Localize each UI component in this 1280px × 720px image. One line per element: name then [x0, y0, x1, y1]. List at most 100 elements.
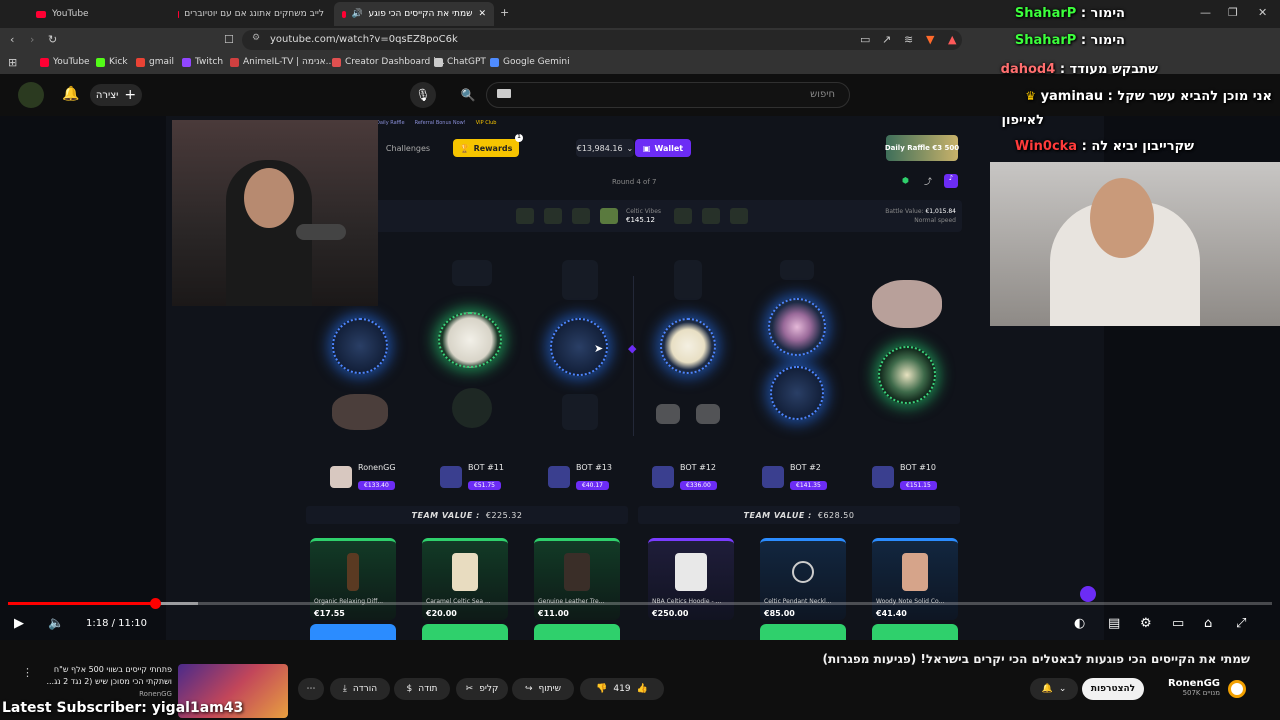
site-info-icon[interactable]: ⚙	[252, 33, 260, 43]
candle-item-icon	[878, 346, 936, 404]
close-window-icon[interactable]: ✕	[1258, 6, 1267, 19]
search-input[interactable]: חיפוש	[486, 82, 850, 108]
tab-live-games[interactable]: לייב משחקים אתונג אם עם יוטיוברים	[170, 2, 332, 26]
item-card[interactable]: NBA Celtics Hoodie - ... €250.00	[648, 538, 734, 620]
case-icon	[702, 208, 720, 224]
notifications-icon[interactable]: 🔔	[62, 86, 79, 102]
reel-divider	[633, 276, 634, 436]
item-value: €250.00	[652, 609, 689, 618]
subscribe-button[interactable]: להצטרפות	[1082, 678, 1144, 700]
autoplay-toggle-icon[interactable]: ◐	[1074, 616, 1085, 631]
download-button[interactable]: ⤓ הורדה	[330, 678, 390, 700]
bookmark-label: ChatGPT	[447, 57, 486, 67]
rewards-button[interactable]: 🏆 Rewards 1	[453, 134, 523, 157]
item-card[interactable]: Organic Relaxing Diff... €17.55	[310, 538, 396, 620]
latest-subscriber-overlay: Latest Subscriber: yigal1am43	[2, 700, 244, 716]
close-tab-icon[interactable]: ✕	[478, 9, 486, 19]
item-card[interactable]: Genuine Leather Tre... €11.00	[534, 538, 620, 620]
scissors-icon: ✂	[465, 684, 474, 694]
keyboard-icon[interactable]	[497, 89, 511, 98]
tab-current-video[interactable]: 🔊 שמתי את הקייסים הכי פוגעים לבאטלים הכי…	[334, 2, 494, 26]
search-button[interactable]: 🔍	[455, 82, 481, 108]
like-dislike-group[interactable]: 👎 419 👍	[580, 678, 664, 700]
clip-button[interactable]: ✂ קליפ	[456, 678, 508, 700]
daily-raffle-banner[interactable]: Daily Raffle €3 500	[885, 135, 959, 161]
chat-text: שתבקש מעודד :	[1059, 62, 1158, 77]
wallet-button[interactable]: ▣ Wallet	[635, 139, 691, 157]
bookmark-youtube[interactable]: YouTube	[40, 57, 90, 67]
avatar[interactable]	[18, 82, 44, 108]
chevron-down-icon: ⌄	[1058, 684, 1067, 694]
rewards-icon[interactable]: ▲	[948, 33, 956, 46]
share-game-icon[interactable]: ⤴	[924, 176, 932, 187]
tab-youtube[interactable]: YouTube	[28, 2, 168, 26]
item-card[interactable]: Caramel Celtic Sea ... €20.00	[422, 538, 508, 620]
bookmark-animeil[interactable]: AnimeIL-TV | אנימה...	[230, 57, 334, 67]
progress-scrubber[interactable]	[150, 598, 162, 609]
more-vert-icon[interactable]: ⋮	[22, 666, 33, 679]
settings-icon[interactable]: ⚙	[1140, 616, 1152, 631]
challenges-button[interactable]: Challenges	[378, 139, 438, 157]
case-icon	[730, 208, 748, 224]
apps-icon[interactable]: ⊞	[8, 56, 17, 69]
theater-mode-icon[interactable]: ▭	[1172, 616, 1184, 631]
sound-icon[interactable]: ♪	[944, 174, 958, 188]
voice-search-button[interactable]: 🎙	[410, 82, 436, 108]
referral-link[interactable]: Referral Bonus Now!	[415, 120, 466, 126]
bookmark-gmail[interactable]: gmail	[136, 57, 174, 67]
fullscreen-icon[interactable]: ⤢	[1236, 616, 1246, 631]
chat-bubble-icon[interactable]	[1080, 586, 1096, 602]
fairness-icon[interactable]: ⬢	[902, 176, 909, 185]
more-actions-button[interactable]: ⋯	[298, 678, 324, 700]
share-button[interactable]: ↪ שיתוף	[512, 678, 574, 700]
dislike-icon[interactable]: 👎	[596, 684, 607, 694]
bookmark-twitch[interactable]: Twitch	[182, 57, 223, 67]
item-card[interactable]: Celtic Pendant Neckl... €85.00	[760, 538, 846, 620]
volume-icon[interactable]: 🔈	[48, 616, 64, 631]
vip-club-link[interactable]: VIP Club	[476, 120, 497, 126]
maximize-icon[interactable]: ❐	[1228, 6, 1238, 19]
recommendation-channel: RonenGG	[139, 690, 172, 698]
bookmark-gemini[interactable]: Google Gemini	[490, 57, 570, 67]
audio-icon: 🔊	[351, 9, 363, 19]
item-card[interactable]: Woody Note Solid Co... €41.40	[872, 538, 958, 620]
back-icon[interactable]: ‹	[10, 33, 14, 46]
reload-icon[interactable]: ↻	[48, 33, 57, 46]
like-icon[interactable]: 👍	[637, 684, 648, 694]
share-icon: ↪	[524, 684, 533, 694]
bookmark-icon[interactable]: ☐	[224, 33, 234, 46]
minimize-icon[interactable]: —	[1200, 6, 1211, 19]
case-icon	[600, 208, 618, 224]
screen-icon[interactable]: ▭	[860, 33, 870, 46]
case-strip-cases-right	[674, 208, 748, 224]
current-case-info: Celtic Vibes €145.12	[626, 207, 661, 225]
pendant-item-icon	[770, 366, 824, 420]
url-field[interactable]: ⚙ youtube.com/watch?v=0qsEZ8poC6k	[242, 30, 962, 50]
brave-shield-icon[interactable]: ▼	[926, 33, 934, 46]
bookmark-creator-dashboard[interactable]: Creator Dashboard |...	[332, 57, 445, 67]
video-player[interactable]: Daily Raffle Referral Bonus Now! VIP Clu…	[0, 116, 1280, 640]
share-icon[interactable]: ↗	[882, 33, 891, 46]
team-value-label: TEAM VALUE :	[411, 510, 480, 520]
streamer-webcam-left	[172, 120, 378, 306]
bookmark-chatgpt[interactable]: ChatGPT	[434, 57, 486, 67]
progress-bar[interactable]	[8, 598, 1272, 609]
rss-icon[interactable]: ≋	[904, 33, 913, 46]
new-tab-icon[interactable]: +	[500, 6, 509, 19]
forward-icon[interactable]: ›	[30, 33, 34, 46]
channel-avatar[interactable]	[1228, 680, 1246, 698]
subtitles-icon[interactable]: ▤	[1108, 616, 1120, 631]
thanks-button[interactable]: $ תודה	[394, 678, 450, 700]
balance-display[interactable]: €13,984.16 ⌄	[576, 139, 634, 157]
create-button[interactable]: יצירה +	[90, 84, 142, 106]
cast-icon[interactable]: ⌂	[1204, 616, 1212, 631]
bot-avatar	[440, 466, 462, 488]
player-name: BOT #2	[790, 463, 821, 472]
time-display: 1:18 / 11:10	[86, 618, 148, 629]
necklace-item-icon	[792, 561, 814, 583]
daily-raffle-link[interactable]: Daily Raffle	[376, 120, 405, 126]
channel-info[interactable]: RonenGG 507K מנויים	[1158, 678, 1220, 697]
notifications-dropdown[interactable]: 🔔 ⌄	[1030, 678, 1078, 700]
play-icon[interactable]: ▶	[14, 616, 24, 631]
bookmark-kick[interactable]: Kick	[96, 57, 128, 67]
